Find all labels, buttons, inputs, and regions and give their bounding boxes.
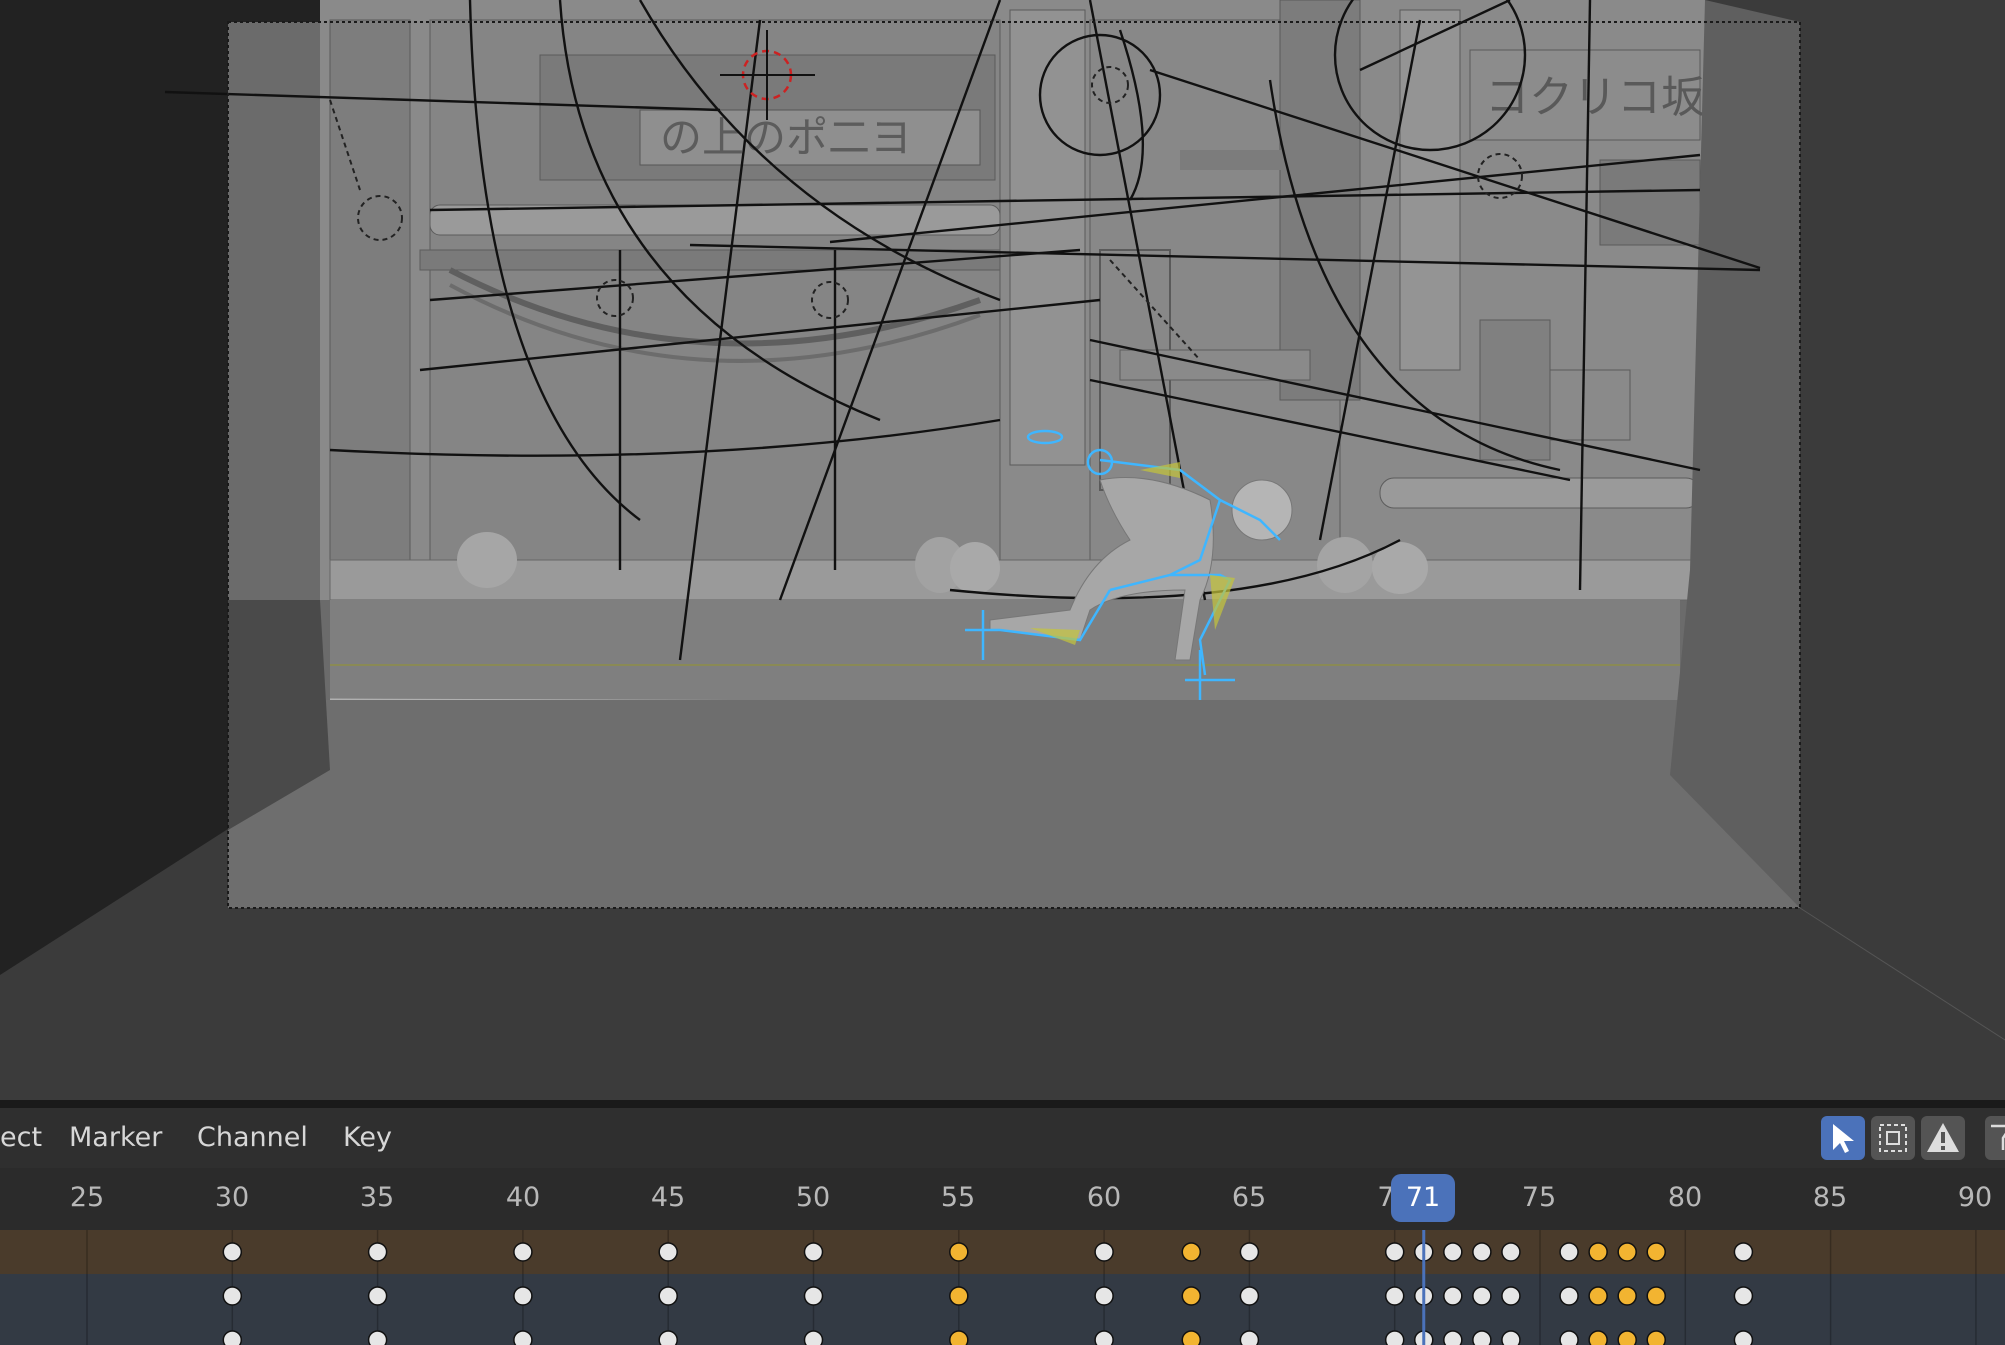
keyframe[interactable] xyxy=(1443,1242,1463,1262)
keyframe[interactable] xyxy=(1181,1242,1202,1262)
frame-ruler[interactable] xyxy=(0,1168,2005,1230)
keyframe[interactable] xyxy=(1646,1286,1666,1306)
keyframe[interactable] xyxy=(1239,1242,1260,1262)
sign-text: コクリコ坂 xyxy=(1485,72,1705,123)
sign-text: の上のポ二ヨ xyxy=(660,113,912,162)
current-frame-indicator[interactable]: 71 xyxy=(1391,1174,1455,1222)
keyframe[interactable] xyxy=(1384,1330,1405,1345)
frame-tick: 25 xyxy=(69,1182,105,1213)
keyframe[interactable] xyxy=(1646,1242,1666,1262)
frame-tick: 30 xyxy=(214,1182,250,1213)
box-select-icon xyxy=(1879,1124,1907,1152)
keyframe[interactable] xyxy=(1472,1242,1492,1262)
frame-tick: 80 xyxy=(1667,1182,1703,1213)
frame-tick: 55 xyxy=(940,1182,976,1213)
keyframe[interactable] xyxy=(1617,1286,1637,1306)
keyframe[interactable] xyxy=(367,1242,388,1262)
filter-icon xyxy=(1991,1124,2005,1150)
menu-key[interactable]: Key xyxy=(343,1108,392,1168)
menu-select[interactable]: ect xyxy=(0,1108,42,1168)
select-tool-button[interactable] xyxy=(1821,1116,1865,1160)
frame-tick: 35 xyxy=(359,1182,395,1213)
viewport-scene: の上のポ二ヨ コクリコ坂 xyxy=(0,0,2005,1041)
channel-row[interactable] xyxy=(0,1318,2005,1345)
keyframe[interactable] xyxy=(1094,1330,1114,1345)
keyframe[interactable] xyxy=(513,1242,533,1262)
keyframe[interactable] xyxy=(1094,1242,1114,1262)
keyframe[interactable] xyxy=(1588,1286,1608,1306)
keyframe[interactable] xyxy=(1588,1242,1608,1262)
keyframe[interactable] xyxy=(1588,1330,1608,1345)
keyframe[interactable] xyxy=(1559,1286,1579,1306)
keyframe[interactable] xyxy=(949,1286,969,1306)
frame-tick: 65 xyxy=(1231,1182,1267,1213)
keyframe[interactable] xyxy=(367,1330,388,1345)
keyframe[interactable] xyxy=(1472,1286,1492,1306)
keyframe[interactable] xyxy=(513,1330,533,1345)
keyframe[interactable] xyxy=(1181,1286,1202,1306)
keyframe[interactable] xyxy=(1443,1286,1463,1306)
warning-icon xyxy=(1927,1123,1959,1152)
keyframe[interactable] xyxy=(1733,1242,1754,1262)
menu-marker[interactable]: Marker xyxy=(69,1108,162,1168)
keyframe[interactable] xyxy=(222,1330,243,1345)
keyframe[interactable] xyxy=(949,1330,969,1345)
keyframe[interactable] xyxy=(1384,1286,1405,1306)
keyframe[interactable] xyxy=(1559,1330,1579,1345)
keyframe[interactable] xyxy=(1617,1330,1637,1345)
keyframe[interactable] xyxy=(1646,1330,1666,1345)
keyframe-area[interactable] xyxy=(0,1230,2005,1345)
camera-viewport[interactable]: の上のポ二ヨ コクリコ坂 xyxy=(0,0,2005,1100)
area-divider[interactable] xyxy=(0,1100,2005,1108)
filter-button[interactable] xyxy=(1985,1116,2005,1160)
only-show-errors-button[interactable] xyxy=(1921,1116,1965,1160)
keyframe[interactable] xyxy=(1443,1330,1463,1345)
frame-tick: 50 xyxy=(795,1182,831,1213)
keyframe[interactable] xyxy=(658,1286,678,1306)
keyframe[interactable] xyxy=(1733,1286,1754,1306)
keyframe[interactable] xyxy=(222,1286,243,1306)
keyframe[interactable] xyxy=(222,1242,243,1262)
frame-tick: 60 xyxy=(1086,1182,1122,1213)
summary-channel-row[interactable] xyxy=(0,1230,2005,1274)
keyframe[interactable] xyxy=(803,1286,824,1306)
keyframe[interactable] xyxy=(1181,1330,1202,1345)
menu-channel[interactable]: Channel xyxy=(197,1108,308,1168)
frame-tick: 75 xyxy=(1521,1182,1557,1213)
keyframe[interactable] xyxy=(658,1242,678,1262)
keyframe[interactable] xyxy=(949,1242,969,1262)
channel-row[interactable] xyxy=(0,1274,2005,1318)
keyframe[interactable] xyxy=(1094,1286,1114,1306)
keyframe[interactable] xyxy=(1239,1330,1260,1345)
keyframe[interactable] xyxy=(1733,1330,1754,1345)
frame-tick: 40 xyxy=(505,1182,541,1213)
keyframe[interactable] xyxy=(367,1286,388,1306)
keyframe[interactable] xyxy=(658,1330,678,1345)
keyframe[interactable] xyxy=(1559,1242,1579,1262)
keyframe[interactable] xyxy=(513,1286,533,1306)
keyframe[interactable] xyxy=(803,1330,824,1345)
keyframe[interactable] xyxy=(1384,1242,1405,1262)
box-select-button[interactable] xyxy=(1871,1116,1915,1160)
select-cursor-icon xyxy=(1833,1124,1854,1153)
keyframe[interactable] xyxy=(1472,1330,1492,1345)
keyframe[interactable] xyxy=(1617,1242,1637,1262)
keyframe[interactable] xyxy=(803,1242,824,1262)
keyframe[interactable] xyxy=(1501,1286,1521,1306)
frame-tick: 85 xyxy=(1812,1182,1848,1213)
keyframe[interactable] xyxy=(1501,1330,1521,1345)
frame-tick: 90 xyxy=(1957,1182,1993,1213)
frame-tick: 45 xyxy=(650,1182,686,1213)
keyframe[interactable] xyxy=(1501,1242,1521,1262)
keyframe[interactable] xyxy=(1239,1286,1260,1306)
